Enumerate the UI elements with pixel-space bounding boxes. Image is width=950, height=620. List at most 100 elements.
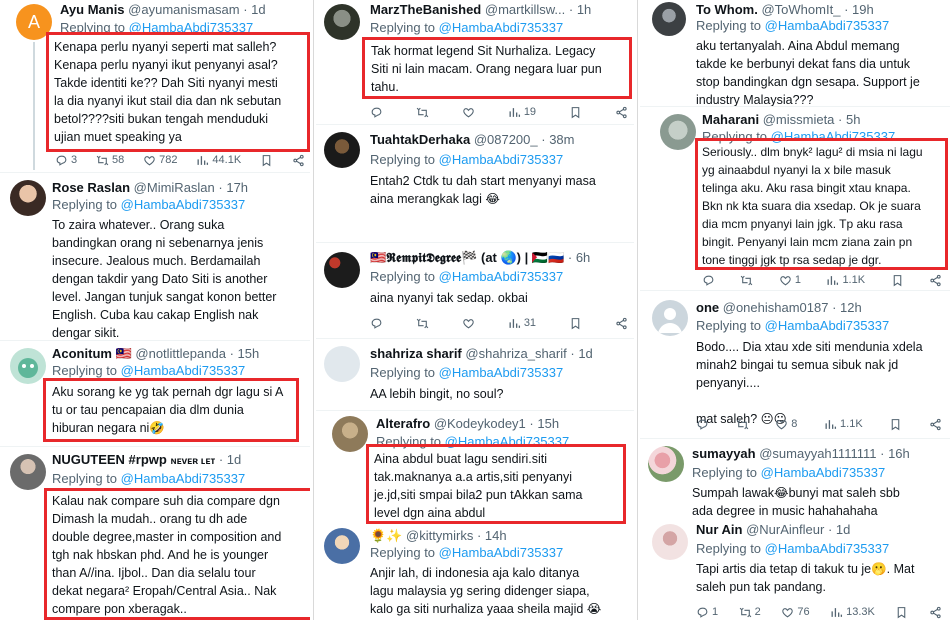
- display-name[interactable]: sumayyah: [692, 446, 756, 461]
- display-name[interactable]: Alterafro: [376, 416, 430, 431]
- like-button[interactable]: 782: [143, 154, 178, 167]
- tweet-marzthebanished[interactable]: MarzTheBanished @martkillsw... · 1h Repl…: [316, 0, 634, 124]
- timestamp[interactable]: · 14h: [477, 528, 507, 543]
- reply-button[interactable]: 1: [696, 606, 718, 619]
- like-button[interactable]: [462, 317, 475, 330]
- views-button[interactable]: 31: [508, 317, 536, 330]
- avatar[interactable]: [324, 346, 360, 382]
- timestamp[interactable]: · 12h: [832, 300, 862, 315]
- like-button[interactable]: 76: [781, 606, 810, 619]
- bookmark-button[interactable]: [569, 106, 582, 119]
- tweet-shahriza-sharif[interactable]: shahriza sharif @shahriza_sharif · 1d Re…: [316, 342, 634, 410]
- avatar[interactable]: [652, 524, 688, 560]
- bookmark-button[interactable]: [569, 317, 582, 330]
- avatar[interactable]: [332, 416, 368, 452]
- reply-mention-link[interactable]: @HambaAbdi735337: [439, 269, 564, 284]
- reply-mention-link[interactable]: @HambaAbdi735337: [439, 365, 564, 380]
- display-name[interactable]: 🇲🇾𝕽𝖊𝖒𝖕𝖎𝖙𝕯𝖊𝖌𝖗𝖊𝖊🏁 (at 🌏) | 🇵🇸🇷🇺: [370, 250, 564, 265]
- tweet-nuguteen[interactable]: NUGUTEEN #rpwp ɴᴇᴠᴇʀ ʟᴇᴛ · 1d Replying t…: [0, 450, 310, 620]
- timestamp[interactable]: · 38m: [541, 132, 574, 147]
- retweet-button[interactable]: [416, 106, 429, 119]
- tweet-rempitdegree[interactable]: 🇲🇾𝕽𝖊𝖒𝖕𝖎𝖙𝕯𝖊𝖌𝖗𝖊𝖊🏁 (at 🌏) | 🇵🇸🇷🇺 · 6h Reply…: [316, 248, 634, 338]
- handle[interactable]: @Kodeykodey1: [434, 416, 526, 431]
- avatar[interactable]: [10, 180, 46, 216]
- display-name[interactable]: Rose Raslan: [52, 180, 130, 195]
- avatar[interactable]: [10, 454, 46, 490]
- display-name[interactable]: TuahtakDerhaka: [370, 132, 470, 147]
- display-name[interactable]: Nur Ain: [696, 522, 742, 537]
- handle[interactable]: @notlittlepanda: [135, 346, 226, 361]
- retweet-button[interactable]: 2: [739, 606, 761, 619]
- timestamp[interactable]: · 6h: [568, 250, 590, 265]
- views-button[interactable]: 13.3K: [830, 606, 875, 619]
- display-name[interactable]: Maharani: [702, 112, 759, 127]
- retweet-button[interactable]: [416, 317, 429, 330]
- handle[interactable]: @shahriza_sharif: [465, 346, 566, 361]
- reply-button[interactable]: [696, 418, 709, 431]
- share-button[interactable]: [615, 317, 628, 330]
- share-button[interactable]: [929, 274, 942, 287]
- reply-mention-link[interactable]: @HambaAbdi735337: [765, 18, 890, 33]
- like-button[interactable]: 8: [775, 418, 797, 431]
- reply-mention-link[interactable]: @HambaAbdi735337: [761, 465, 886, 480]
- tweet-sumayyah[interactable]: sumayyah @sumayyah1111111 · 16h Replying…: [640, 442, 950, 522]
- handle[interactable]: @NurAinfleur: [746, 522, 824, 537]
- timestamp[interactable]: · 17h: [218, 180, 248, 195]
- tweet-to-whom[interactable]: To Whom. @ToWhomIt_ · 19h Replying to @H…: [640, 0, 950, 107]
- views-button[interactable]: 19: [508, 106, 536, 119]
- timestamp[interactable]: · 1h: [569, 2, 591, 17]
- retweet-button[interactable]: [736, 418, 749, 431]
- reply-mention-link[interactable]: @HambaAbdi735337: [439, 20, 564, 35]
- like-button[interactable]: [462, 106, 475, 119]
- tweet-kittymirks[interactable]: 🌻✨ @kittymirks · 14h Replying to @HambaA…: [316, 524, 634, 620]
- display-name[interactable]: NUGUTEEN #rpwp: [52, 452, 167, 467]
- tweet-nur-ain[interactable]: Nur Ain @NurAinfleur · 1d Replying to @H…: [640, 518, 950, 620]
- avatar[interactable]: [324, 4, 360, 40]
- handle[interactable]: @sumayyah1111111: [759, 446, 876, 461]
- bookmark-button[interactable]: [260, 154, 273, 167]
- reply-mention-link[interactable]: @HambaAbdi735337: [121, 363, 246, 378]
- reply-button[interactable]: [702, 274, 715, 287]
- timestamp[interactable]: · 15h: [230, 346, 260, 361]
- timestamp[interactable]: · 16h: [880, 446, 910, 461]
- tweet-alterafro[interactable]: Alterafro @Kodeykodey1 · 15h Replying to…: [316, 412, 634, 524]
- display-name[interactable]: Aconitum: [52, 346, 112, 361]
- timestamp[interactable]: · 5h: [838, 112, 860, 127]
- like-button[interactable]: 1: [779, 274, 801, 287]
- avatar[interactable]: [652, 300, 688, 336]
- handle[interactable]: @ToWhomIt_: [761, 2, 840, 17]
- timestamp[interactable]: · 1d: [243, 2, 265, 17]
- display-name[interactable]: MarzTheBanished: [370, 2, 481, 17]
- reply-button[interactable]: [370, 317, 383, 330]
- share-button[interactable]: [292, 154, 305, 167]
- timestamp[interactable]: · 1d: [828, 522, 850, 537]
- avatar[interactable]: [648, 446, 684, 482]
- reply-mention-link[interactable]: @HambaAbdi735337: [765, 318, 890, 333]
- handle[interactable]: @martkillsw...: [485, 2, 565, 17]
- reply-mention-link[interactable]: @HambaAbdi735337: [121, 471, 246, 486]
- timestamp[interactable]: · 15h: [529, 416, 559, 431]
- share-button[interactable]: [929, 418, 942, 431]
- display-name[interactable]: Ayu Manis: [60, 2, 125, 17]
- tweet-ayu-manis[interactable]: A Ayu Manis @ayumanismasam · 1d Replying…: [0, 0, 310, 172]
- tweet-one[interactable]: one @onehisham0187 · 12h Replying to @Ha…: [640, 294, 950, 436]
- tweet-rose-raslan[interactable]: Rose Raslan @MimiRaslan · 17h Replying t…: [0, 176, 310, 340]
- avatar[interactable]: [652, 2, 686, 36]
- views-button[interactable]: 1.1K: [826, 274, 865, 287]
- avatar[interactable]: [324, 528, 360, 564]
- reply-mention-link[interactable]: @HambaAbdi735337: [121, 197, 246, 212]
- handle[interactable]: @missmieta: [763, 112, 835, 127]
- bookmark-button[interactable]: [889, 418, 902, 431]
- avatar[interactable]: [660, 114, 696, 150]
- display-name[interactable]: shahriza sharif: [370, 346, 462, 361]
- timestamp[interactable]: · 19h: [844, 2, 874, 17]
- handle[interactable]: @onehisham0187: [723, 300, 829, 315]
- avatar[interactable]: [324, 132, 360, 168]
- reply-mention-link[interactable]: @HambaAbdi735337: [439, 545, 564, 560]
- tweet-aconitum[interactable]: Aconitum 🇲🇾 @notlittlepanda · 15h Replyi…: [0, 344, 310, 446]
- reply-button[interactable]: [370, 106, 383, 119]
- avatar[interactable]: [324, 252, 360, 288]
- reply-mention-link[interactable]: @HambaAbdi735337: [765, 541, 890, 556]
- views-button[interactable]: 44.1K: [196, 154, 241, 167]
- display-name[interactable]: To Whom.: [696, 2, 758, 17]
